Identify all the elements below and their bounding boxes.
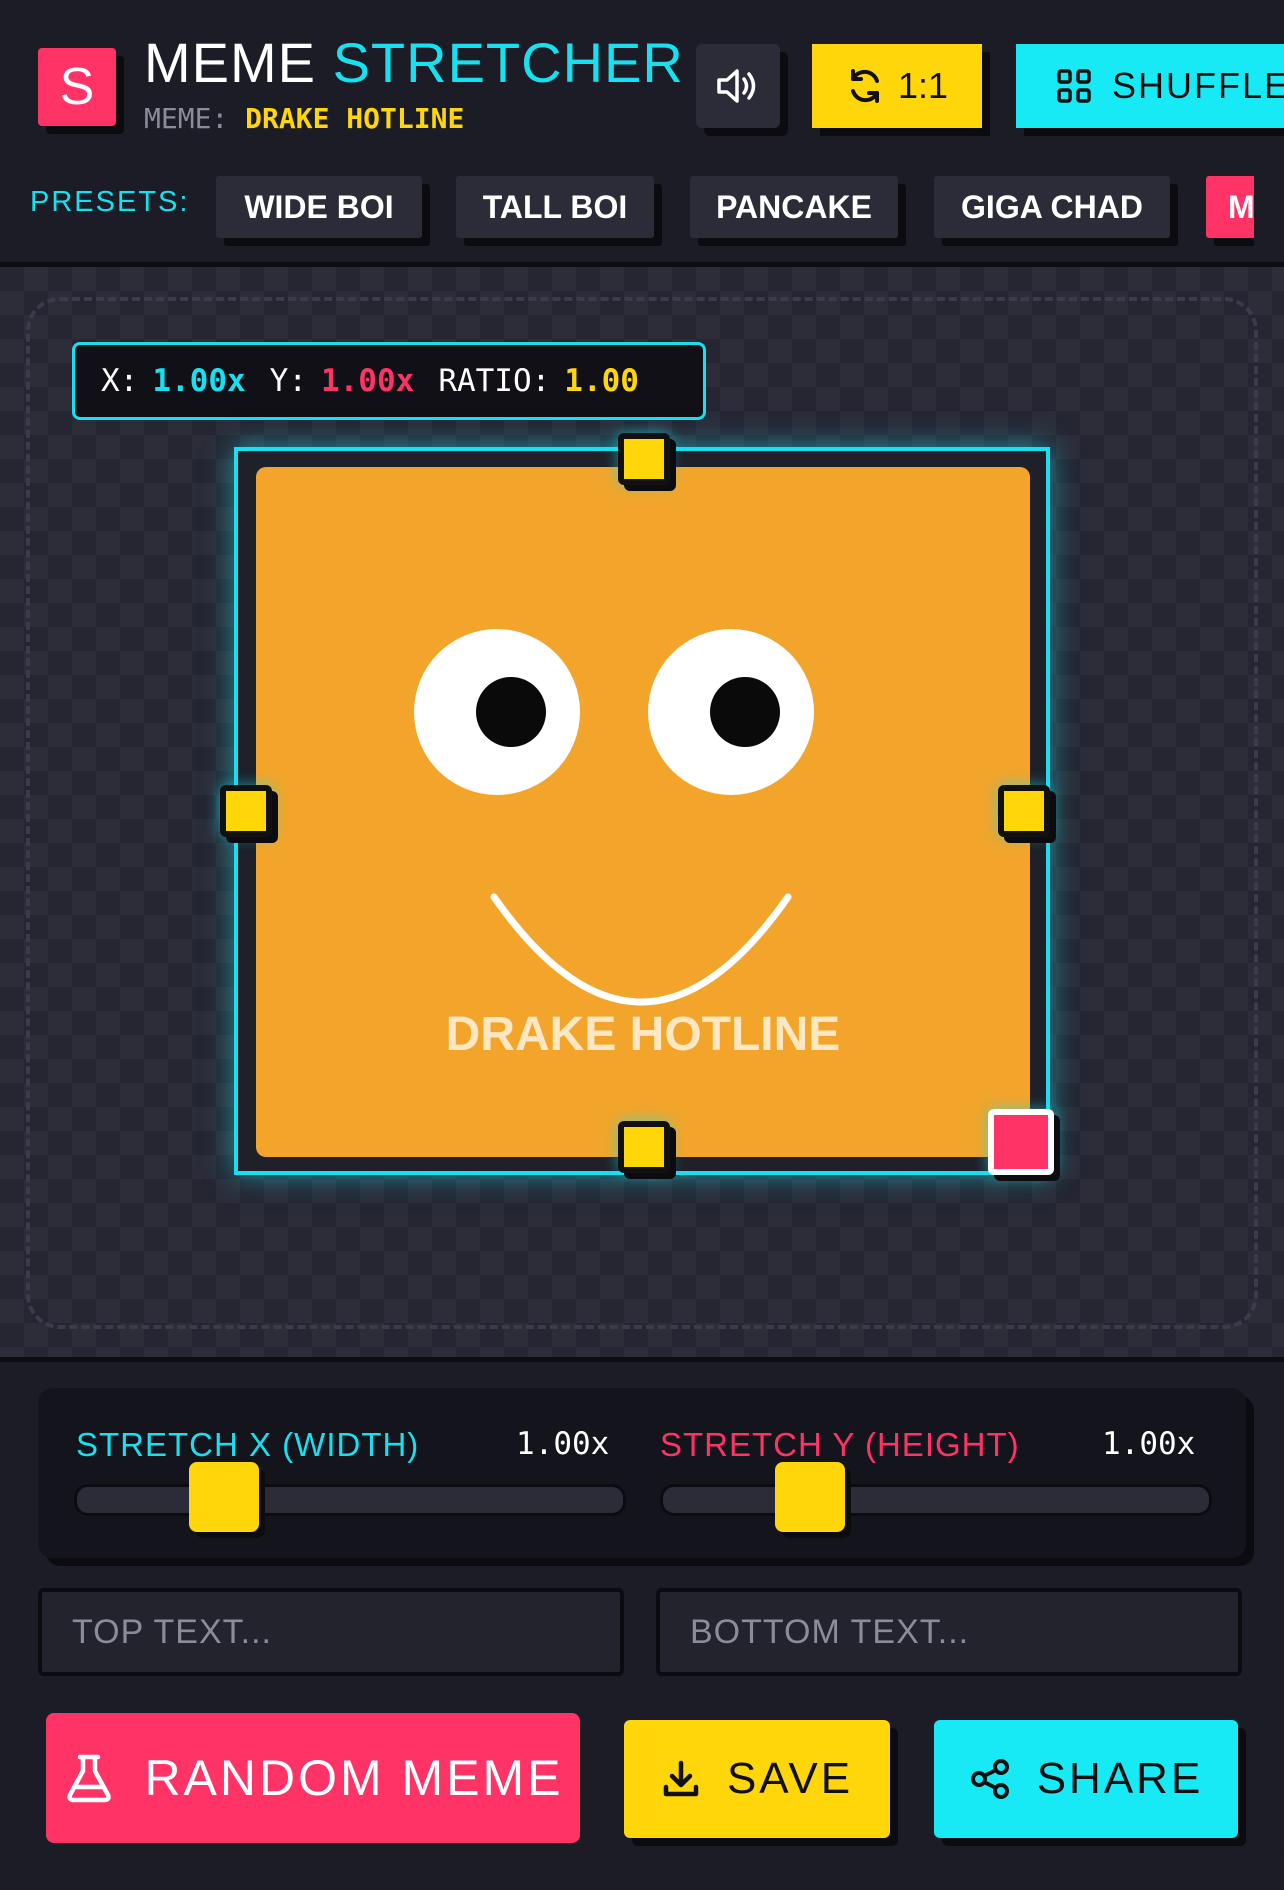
preset-m[interactable]: M: [1206, 176, 1254, 238]
stretch-y-value: 1.00x: [1102, 1426, 1196, 1462]
preset-wide-boi[interactable]: WIDE BOI: [216, 176, 422, 238]
current-meme-label: MEME:: [144, 102, 229, 135]
stretch-y-label: STRETCH Y (HEIGHT): [660, 1426, 1020, 1463]
readout-y-label: Y:: [269, 363, 307, 399]
app-title: MEME STRETCHER: [144, 30, 684, 95]
stretch-x-label: STRETCH X (WIDTH): [76, 1426, 420, 1463]
stretch-slider-panel: STRETCH X (WIDTH) 1.00x STRETCH Y (HEIGH…: [38, 1388, 1246, 1558]
share-label: SHARE: [1036, 1754, 1204, 1803]
scale-readout: X: 1.00x Y: 1.00x RATIO: 1.00: [72, 342, 706, 420]
app-logo: S: [38, 48, 116, 126]
presets-bar: WIDE BOI TALL BOI PANCAKE GIGA CHAD M: [0, 160, 1254, 260]
share-icon: [970, 1759, 1009, 1799]
save-button[interactable]: SAVE: [624, 1720, 890, 1838]
readout-ratio-value: 1.00: [564, 363, 639, 399]
stretch-y-slider[interactable]: [660, 1462, 1212, 1532]
refresh-icon: [850, 69, 879, 103]
title-word-meme: MEME: [144, 31, 316, 94]
top-text-input[interactable]: [38, 1588, 624, 1676]
stretch-canvas: X: 1.00x Y: 1.00x RATIO: 1.00 DRAKE HOTL…: [0, 267, 1284, 1357]
meme-right-pupil: [710, 677, 780, 747]
volume-icon: [717, 69, 756, 103]
grid-icon: [1057, 69, 1091, 103]
meme-left-eye: [414, 629, 580, 795]
meme-image: DRAKE HOTLINE: [256, 467, 1030, 1157]
random-meme-button[interactable]: RANDOM MEME: [46, 1713, 580, 1843]
preset-tall-boi[interactable]: TALL BOI: [456, 176, 654, 238]
random-meme-label: RANDOM MEME: [144, 1750, 564, 1806]
preset-giga-chad[interactable]: GIGA CHAD: [934, 176, 1170, 238]
stretch-x-slider[interactable]: [74, 1462, 626, 1532]
aspect-ratio-label: 1:1: [897, 65, 949, 106]
canvas-divider: [0, 1357, 1284, 1362]
share-button[interactable]: SHARE: [934, 1720, 1238, 1838]
current-meme-name: DRAKE HOTLINE: [245, 102, 465, 135]
meme-right-eye: [648, 629, 814, 795]
current-meme: MEME: DRAKE HOTLINE: [144, 102, 464, 135]
shuffle-button[interactable]: SHUFFLE: [1016, 44, 1284, 128]
sound-button[interactable]: [696, 44, 780, 128]
readout-ratio-label: RATIO:: [438, 363, 551, 399]
preset-pancake[interactable]: PANCAKE: [690, 176, 898, 238]
readout-x-label: X:: [101, 363, 139, 399]
readout-y-value: 1.00x: [320, 363, 415, 399]
save-label: SAVE: [726, 1754, 854, 1803]
resize-handle-right[interactable]: [998, 785, 1050, 837]
resize-handle-corner[interactable]: [988, 1109, 1054, 1175]
resize-handle-left[interactable]: [220, 785, 272, 837]
stretch-y-thumb[interactable]: [775, 1462, 845, 1532]
bottom-text-input[interactable]: [656, 1588, 1242, 1676]
shuffle-label: SHUFFLE: [1112, 65, 1284, 106]
resize-handle-bottom[interactable]: [618, 1121, 670, 1173]
meme-left-pupil: [476, 677, 546, 747]
app-root: S MEME STRETCHER MEME: DRAKE HOTLINE 1:1: [0, 0, 1284, 1890]
meme-selection-box[interactable]: DRAKE HOTLINE: [220, 433, 1054, 1175]
meme-smile: [490, 893, 792, 1006]
meme-caption: DRAKE HOTLINE: [445, 1008, 841, 1061]
stretch-x-value: 1.00x: [516, 1426, 610, 1462]
flask-icon: [67, 1754, 112, 1803]
download-icon: [663, 1760, 699, 1797]
resize-handle-top[interactable]: [618, 433, 670, 485]
aspect-ratio-button[interactable]: 1:1: [812, 44, 982, 128]
readout-x-value: 1.00x: [152, 363, 246, 399]
title-word-stretcher: STRETCHER: [332, 31, 684, 94]
stretch-x-thumb[interactable]: [189, 1462, 259, 1532]
